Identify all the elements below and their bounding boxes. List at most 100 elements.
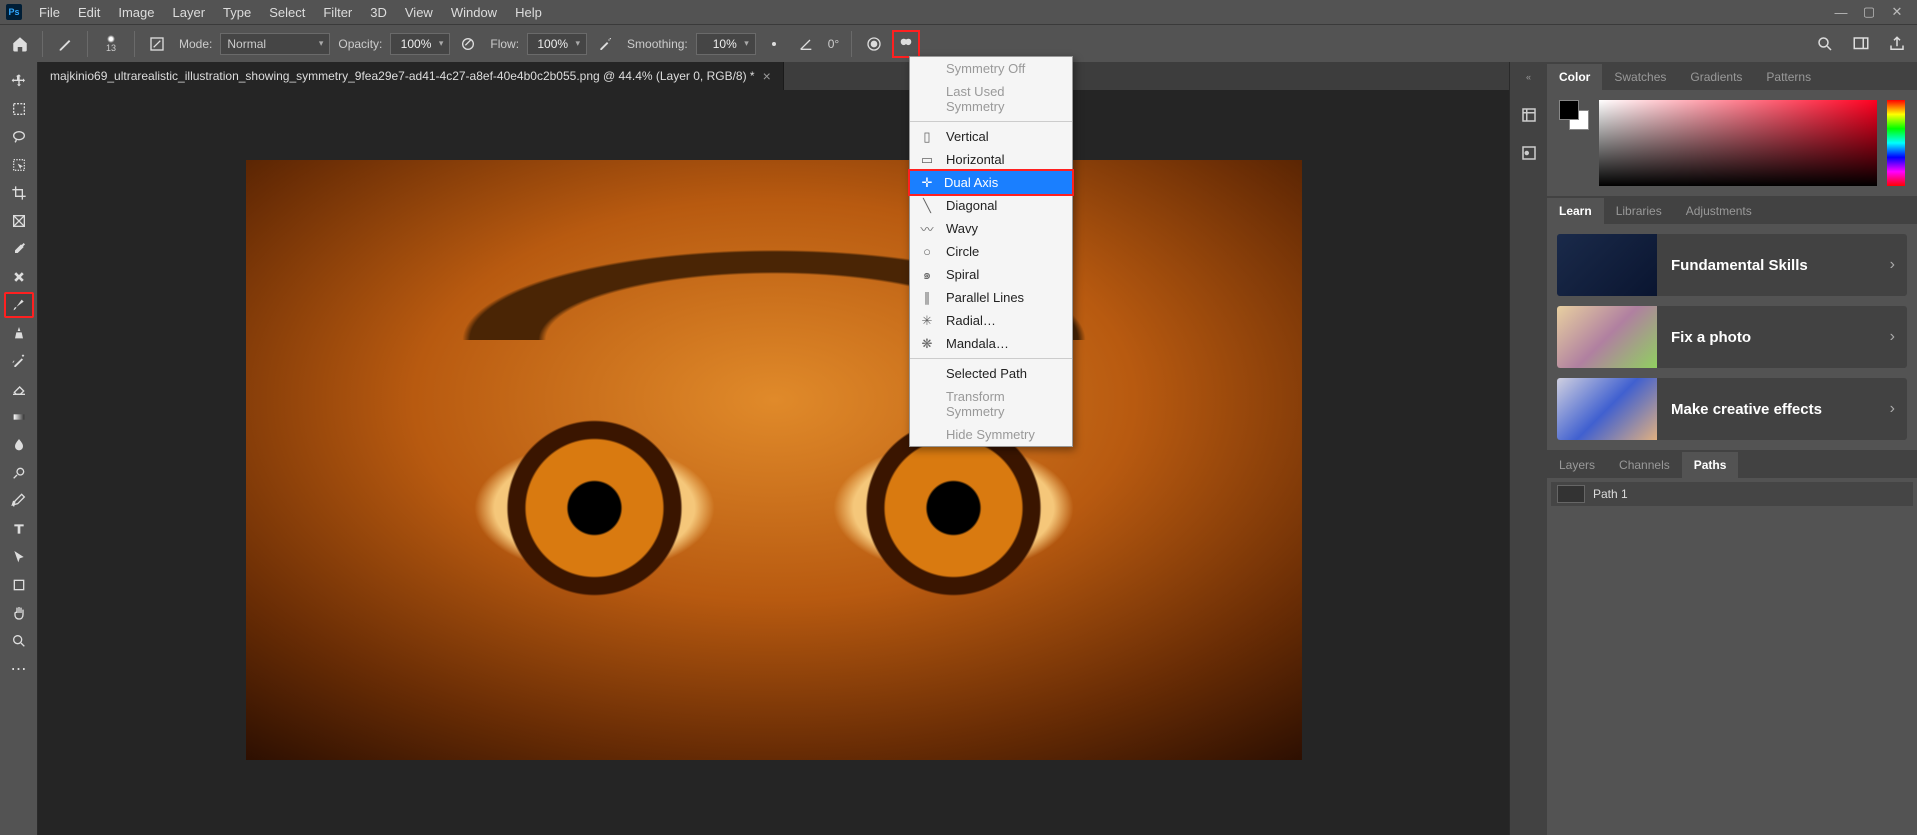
menu-filter[interactable]: Filter	[314, 0, 361, 24]
hue-slider[interactable]	[1887, 100, 1905, 186]
symmetry-vertical-item[interactable]: ▯Vertical	[910, 125, 1072, 148]
symmetry-last-item[interactable]: Last Used Symmetry	[910, 80, 1072, 118]
color-tab[interactable]: Color	[1547, 64, 1602, 90]
learn-panel-body: Fundamental Skills › Fix a photo › Make …	[1547, 224, 1917, 450]
share-icon[interactable]	[1883, 30, 1911, 58]
symmetry-circle-item[interactable]: ○Circle	[910, 240, 1072, 263]
document-tabs: majkinio69_ultrarealistic_illustration_s…	[38, 62, 1509, 90]
menu-select[interactable]: Select	[260, 0, 314, 24]
type-tool[interactable]	[4, 516, 34, 542]
menu-edit[interactable]: Edit	[69, 0, 109, 24]
brush-tool[interactable]	[4, 292, 34, 318]
layers-tab[interactable]: Layers	[1547, 452, 1607, 478]
search-icon[interactable]	[1811, 30, 1839, 58]
fg-bg-swatch[interactable]	[1559, 100, 1589, 130]
menu-help[interactable]: Help	[506, 0, 551, 24]
workspace-icon[interactable]	[1847, 30, 1875, 58]
symmetry-radial-item[interactable]: ✳Radial…	[910, 309, 1072, 332]
symmetry-selected-path-item[interactable]: Selected Path	[910, 362, 1072, 385]
quick-select-tool[interactable]	[4, 152, 34, 178]
adjustments-tab[interactable]: Adjustments	[1674, 198, 1764, 224]
symmetry-spiral-item[interactable]: ๑Spiral	[910, 263, 1072, 286]
smoothing-gear-icon[interactable]	[760, 30, 788, 58]
canvas[interactable]	[246, 160, 1302, 760]
menu-3d[interactable]: 3D	[361, 0, 396, 24]
learn-card[interactable]: Fix a photo ›	[1557, 306, 1907, 368]
properties-panel-icon[interactable]	[1518, 142, 1540, 164]
smoothing-field[interactable]: 10%▾	[696, 33, 756, 55]
expand-panels-icon[interactable]: «	[1526, 72, 1531, 82]
symmetry-hide-item[interactable]: Hide Symmetry	[910, 423, 1072, 446]
smoothing-label: Smoothing:	[627, 37, 688, 51]
close-tab-icon[interactable]: ×	[763, 68, 771, 84]
window-minimize[interactable]: —	[1827, 0, 1855, 24]
eraser-tool[interactable]	[4, 376, 34, 402]
move-tool[interactable]	[4, 68, 34, 94]
learn-card[interactable]: Make creative effects ›	[1557, 378, 1907, 440]
lasso-tool[interactable]	[4, 124, 34, 150]
marquee-tool[interactable]	[4, 96, 34, 122]
symmetry-horizontal-item[interactable]: ▭Horizontal	[910, 148, 1072, 171]
path-select-tool[interactable]	[4, 544, 34, 570]
symmetry-parallel-item[interactable]: ∥Parallel Lines	[910, 286, 1072, 309]
mode-dropdown[interactable]: Normal▾	[220, 33, 330, 55]
opacity-pressure-icon[interactable]	[454, 30, 482, 58]
dodge-tool[interactable]	[4, 460, 34, 486]
opacity-field[interactable]: 100%▾	[390, 33, 450, 55]
symmetry-dual-axis-item[interactable]: ✛Dual Axis	[908, 169, 1074, 196]
learn-panel-tabs: Learn Libraries Adjustments	[1547, 196, 1917, 224]
chevron-right-icon: ›	[1878, 256, 1907, 274]
symmetry-diagonal-item[interactable]: ╲Diagonal	[910, 194, 1072, 217]
symmetry-wavy-item[interactable]: 〰Wavy	[910, 217, 1072, 240]
blur-tool[interactable]	[4, 432, 34, 458]
path-thumb	[1557, 485, 1585, 503]
eyedropper-tool[interactable]	[4, 236, 34, 262]
clone-tool[interactable]	[4, 320, 34, 346]
menu-view[interactable]: View	[396, 0, 442, 24]
color-panel-body	[1547, 90, 1917, 196]
angle-icon[interactable]	[792, 30, 820, 58]
pen-tool[interactable]	[4, 488, 34, 514]
frame-tool[interactable]	[4, 208, 34, 234]
shape-tool[interactable]	[4, 572, 34, 598]
zoom-tool[interactable]	[4, 628, 34, 654]
crop-tool[interactable]	[4, 180, 34, 206]
history-panel-icon[interactable]	[1518, 104, 1540, 126]
menu-layer[interactable]: Layer	[164, 0, 215, 24]
path-row[interactable]: Path 1	[1551, 482, 1913, 506]
symmetry-mandala-item[interactable]: ❋Mandala…	[910, 332, 1072, 355]
gradients-tab[interactable]: Gradients	[1678, 64, 1754, 90]
flow-field[interactable]: 100%▾	[527, 33, 587, 55]
learn-card[interactable]: Fundamental Skills ›	[1557, 234, 1907, 296]
path-name: Path 1	[1593, 487, 1628, 501]
brush-preview[interactable]: 13	[96, 29, 126, 59]
paths-tab[interactable]: Paths	[1682, 452, 1739, 478]
menu-window[interactable]: Window	[442, 0, 506, 24]
hand-tool[interactable]	[4, 600, 34, 626]
symmetry-off-item[interactable]: Symmetry Off	[910, 57, 1072, 80]
angle-value[interactable]: 0°	[828, 37, 839, 51]
document-tab[interactable]: majkinio69_ultrarealistic_illustration_s…	[38, 62, 784, 90]
menu-file[interactable]: File	[30, 0, 69, 24]
menu-type[interactable]: Type	[214, 0, 260, 24]
channels-tab[interactable]: Channels	[1607, 452, 1682, 478]
symmetry-button[interactable]	[892, 30, 920, 58]
window-close[interactable]: ✕	[1883, 0, 1911, 24]
symmetry-transform-item[interactable]: Transform Symmetry	[910, 385, 1072, 423]
gradient-tool[interactable]	[4, 404, 34, 430]
libraries-tab[interactable]: Libraries	[1604, 198, 1674, 224]
size-pressure-icon[interactable]	[860, 30, 888, 58]
brush-panel-icon[interactable]	[143, 30, 171, 58]
tool-preset-icon[interactable]	[51, 30, 79, 58]
window-maximize[interactable]: ▢	[1855, 0, 1883, 24]
more-tools[interactable]: ⋯	[4, 656, 34, 682]
menu-image[interactable]: Image	[109, 0, 163, 24]
swatches-tab[interactable]: Swatches	[1602, 64, 1678, 90]
history-brush-tool[interactable]	[4, 348, 34, 374]
home-icon[interactable]	[6, 30, 34, 58]
healing-tool[interactable]	[4, 264, 34, 290]
airbrush-icon[interactable]	[591, 30, 619, 58]
learn-tab[interactable]: Learn	[1547, 198, 1604, 224]
color-field[interactable]	[1599, 100, 1877, 186]
patterns-tab[interactable]: Patterns	[1754, 64, 1823, 90]
